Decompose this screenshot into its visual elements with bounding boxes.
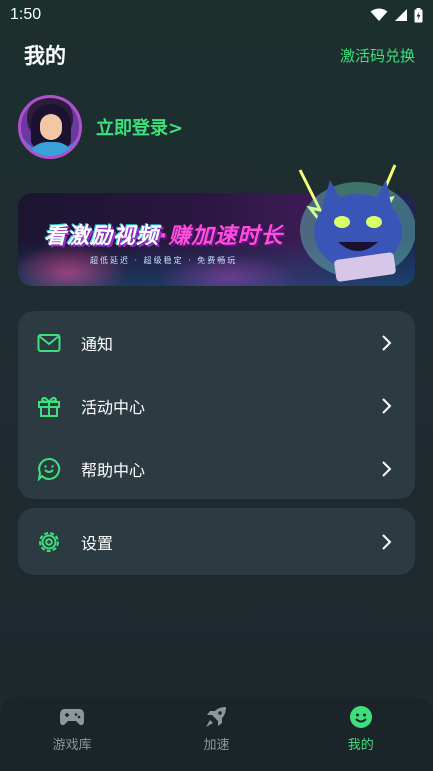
chevron-right-icon (382, 533, 392, 550)
gift-icon (36, 393, 62, 419)
monster-mascot-icon (298, 164, 415, 282)
page-header: 我的 激活码兑换 (0, 40, 433, 70)
banner-title: 看激励视频·赚加速时长 (44, 218, 283, 250)
menu-item-label: 帮助中心 (81, 460, 146, 480)
status-time: 1:50 (10, 6, 42, 23)
gamepad-icon (59, 705, 85, 729)
chevron-right-icon (382, 460, 392, 477)
settings-card: 设置 (18, 508, 415, 575)
smile-icon (348, 705, 374, 729)
status-icons (370, 7, 423, 23)
tab-label: 我的 (347, 738, 374, 753)
menu-item-label: 活动中心 (81, 397, 146, 417)
banner-title-accent: ·赚加速时长 (159, 224, 284, 249)
menu-item-label: 设置 (81, 533, 114, 553)
gear-icon (36, 529, 62, 555)
tab-label: 游戏库 (52, 738, 92, 753)
menu-item-help-center[interactable]: 帮助中心 (18, 437, 415, 500)
menu-item-notifications[interactable]: 通知 (18, 311, 415, 374)
banner-subtitle: 超低延迟 · 超级稳定 · 免费畅玩 (90, 256, 238, 265)
promo-banner[interactable]: 看激励视频·赚加速时长 超低延迟 · 超级稳定 · 免费畅玩 (18, 160, 415, 286)
avatar[interactable] (18, 95, 82, 159)
battery-icon (414, 7, 423, 22)
menu-item-label: 通知 (81, 334, 114, 354)
signal-icon (395, 9, 407, 21)
page-title: 我的 (24, 44, 66, 68)
chat-bubble-icon (36, 456, 62, 482)
redeem-code-link[interactable]: 激活码兑换 (340, 45, 415, 66)
wifi-icon (370, 8, 388, 21)
rocket-icon (203, 705, 229, 729)
chevron-right-icon (382, 334, 392, 351)
status-bar: 1:50 (0, 0, 433, 30)
menu-card: 通知 活动中心 帮助中心 (18, 311, 415, 499)
menu-item-settings[interactable]: 设置 (18, 508, 415, 575)
banner-title-main: 看激励视频 (44, 224, 160, 249)
tab-mine[interactable]: 我的 (306, 705, 416, 753)
menu-item-activity-center[interactable]: 活动中心 (18, 374, 415, 437)
profile-section[interactable]: 立即登录> (18, 95, 183, 159)
bottom-tab-bar: 游戏库 加速 我的 (0, 697, 433, 771)
chevron-right-icon (382, 397, 392, 414)
tab-game-library[interactable]: 游戏库 (17, 705, 127, 753)
tab-label: 加速 (203, 738, 230, 753)
login-link[interactable]: 立即登录> (96, 114, 183, 140)
tab-accelerate[interactable]: 加速 (161, 705, 271, 753)
mail-icon (36, 330, 62, 356)
